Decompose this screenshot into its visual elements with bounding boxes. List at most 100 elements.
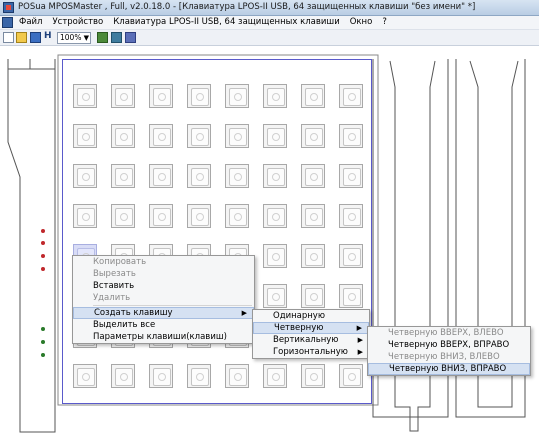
keyboard-key[interactable] — [301, 124, 325, 148]
keyboard-key[interactable] — [187, 124, 211, 148]
keyboard-key[interactable] — [339, 244, 363, 268]
h-button[interactable]: H — [44, 31, 54, 42]
menu-item-select-all[interactable]: Выделить все — [73, 319, 254, 331]
keyboard-key[interactable] — [301, 364, 325, 388]
menu-help[interactable]: ? — [381, 17, 388, 27]
chevron-right-icon: ▶ — [356, 324, 362, 332]
keyboard-key[interactable] — [149, 84, 173, 108]
keyboard-key[interactable] — [187, 364, 211, 388]
keyboard-key[interactable] — [263, 204, 287, 228]
keyboard-key[interactable] — [301, 84, 325, 108]
keyboard-key[interactable] — [339, 204, 363, 228]
menu-item-paste[interactable]: Вставить — [73, 280, 254, 292]
keyboard-key[interactable] — [225, 204, 249, 228]
keyboard-key[interactable] — [149, 124, 173, 148]
keyboard-key[interactable] — [263, 364, 287, 388]
status-led-2 — [41, 241, 45, 245]
status-led-4 — [41, 267, 45, 271]
design-canvas[interactable]: Копировать Вырезать Вставить Удалить Соз… — [0, 47, 539, 446]
window-title: POSua MPOSMaster , Full, v2.0.18.0 - [Кл… — [18, 2, 476, 12]
keyboard-key[interactable] — [187, 204, 211, 228]
chevron-down-icon: ▼ — [83, 34, 89, 42]
menu-item-vertical[interactable]: Вертикальную ▶ — [253, 334, 369, 346]
keyboard-key[interactable] — [111, 204, 135, 228]
menu-item-horizontal-label: Горизонтальную — [273, 347, 348, 357]
keyboard-key[interactable] — [339, 364, 363, 388]
menu-device[interactable]: Устройство — [51, 17, 104, 27]
status-led-6 — [41, 340, 45, 344]
menu-item-quad-up-left[interactable]: Четверную ВВЕРХ, ВЛЕВО — [368, 327, 530, 339]
open-folder-icon[interactable] — [16, 32, 27, 43]
keyboard-key[interactable] — [73, 84, 97, 108]
menu-window[interactable]: Окно — [349, 17, 374, 27]
keyboard-key[interactable] — [73, 204, 97, 228]
menu-item-delete[interactable]: Удалить — [73, 292, 254, 304]
context-menu: Копировать Вырезать Вставить Удалить Соз… — [72, 255, 255, 344]
keyboard-tool-icon[interactable] — [97, 32, 108, 43]
quad-key-submenu: Четверную ВВЕРХ, ВЛЕВО Четверную ВВЕРХ, … — [367, 326, 531, 376]
menu-separator — [93, 305, 252, 306]
zoom-select[interactable]: 100% ▼ — [57, 32, 91, 44]
menu-item-quad-down-right[interactable]: Четверную ВНИЗ, ВПРАВО — [368, 363, 530, 375]
menu-item-copy[interactable]: Копировать — [73, 256, 254, 268]
keyboard-key[interactable] — [111, 124, 135, 148]
keyboard-key[interactable] — [225, 84, 249, 108]
menu-item-quad[interactable]: Четверную ▶ — [253, 322, 369, 334]
keyboard-key[interactable] — [187, 84, 211, 108]
menu-item-horizontal[interactable]: Горизонтальную ▶ — [253, 346, 369, 358]
chevron-right-icon: ▶ — [357, 348, 363, 356]
keyboard-key[interactable] — [263, 84, 287, 108]
keyboard-key[interactable] — [73, 364, 97, 388]
keyboard-tool-2-icon[interactable] — [111, 32, 122, 43]
toolbar: H 100% ▼ — [0, 30, 539, 46]
keyboard-key[interactable] — [149, 164, 173, 188]
keyboard-key[interactable] — [225, 364, 249, 388]
menu-file[interactable]: Файл — [18, 17, 43, 27]
keyboard-key[interactable] — [225, 164, 249, 188]
zoom-value: 100% — [60, 33, 82, 42]
status-led-3 — [41, 254, 45, 258]
chevron-right-icon: ▶ — [241, 309, 247, 317]
menu-item-quad-up-right[interactable]: Четверную ВВЕРХ, ВПРАВО — [368, 339, 530, 351]
menu-bar: Файл Устройство Клавиатура LPOS-II USB, … — [0, 16, 539, 30]
keyboard-key[interactable] — [111, 84, 135, 108]
menu-keyboard[interactable]: Клавиатура LPOS-II USB, 64 защищенных кл… — [112, 17, 340, 27]
menu-item-quad-label: Четверную — [274, 323, 324, 333]
keyboard-key[interactable] — [339, 84, 363, 108]
keyboard-key[interactable] — [73, 124, 97, 148]
status-led-5 — [41, 327, 45, 331]
document-icon[interactable] — [2, 17, 13, 28]
keyboard-key[interactable] — [301, 284, 325, 308]
keyboard-key[interactable] — [301, 204, 325, 228]
keyboard-key[interactable] — [111, 164, 135, 188]
keyboard-key[interactable] — [339, 284, 363, 308]
menu-item-create-key[interactable]: Создать клавишу ▶ — [73, 307, 254, 319]
keyboard-key[interactable] — [339, 124, 363, 148]
keyboard-key[interactable] — [73, 164, 97, 188]
keyboard-key[interactable] — [301, 244, 325, 268]
keyboard-key[interactable] — [263, 284, 287, 308]
keyboard-key[interactable] — [111, 364, 135, 388]
menu-item-vertical-label: Вертикальную — [273, 335, 339, 345]
menu-item-quad-down-left[interactable]: Четверную ВНИЗ, ВЛЕВО — [368, 351, 530, 363]
menu-item-create-key-label: Создать клавишу — [94, 308, 173, 318]
keyboard-tool-3-icon[interactable] — [125, 32, 136, 43]
keyboard-key[interactable] — [149, 204, 173, 228]
keyboard-key[interactable] — [263, 244, 287, 268]
menu-item-single[interactable]: Одинарную — [253, 310, 369, 322]
keyboard-key[interactable] — [263, 164, 287, 188]
keyboard-key[interactable] — [263, 124, 287, 148]
keyboard-key[interactable] — [339, 164, 363, 188]
new-file-icon[interactable] — [3, 32, 14, 43]
menu-item-cut[interactable]: Вырезать — [73, 268, 254, 280]
keyboard-key[interactable] — [187, 164, 211, 188]
keyboard-key[interactable] — [149, 364, 173, 388]
keyboard-key[interactable] — [225, 124, 249, 148]
keyboard-key[interactable] — [301, 164, 325, 188]
status-led-1 — [41, 229, 45, 233]
title-bar: POSua MPOSMaster , Full, v2.0.18.0 - [Кл… — [0, 0, 539, 16]
save-icon[interactable] — [30, 32, 41, 43]
menu-item-key-params[interactable]: Параметры клавиши(клавиш) — [73, 331, 254, 343]
create-key-submenu: Одинарную Четверную ▶ Вертикальную ▶ Гор… — [252, 309, 370, 359]
status-led-7 — [41, 353, 45, 357]
